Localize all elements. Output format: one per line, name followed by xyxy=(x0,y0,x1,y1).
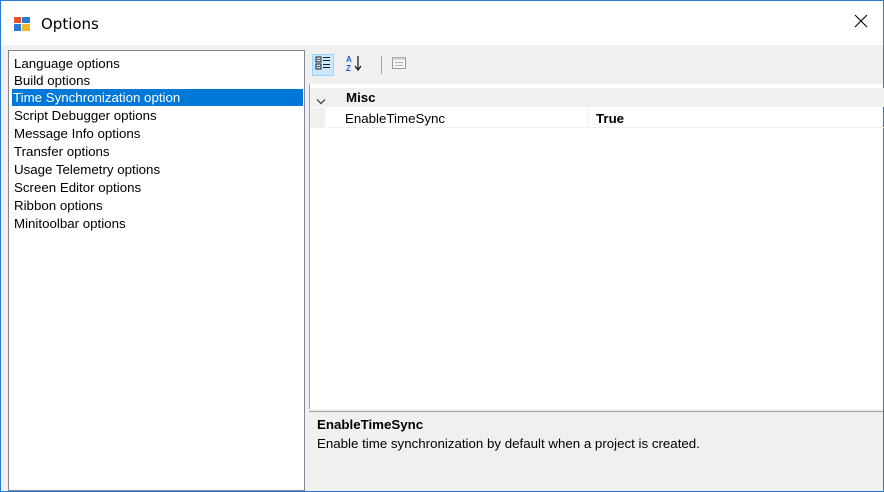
close-button[interactable] xyxy=(839,1,883,45)
property-pages-icon xyxy=(391,55,407,76)
window-title: Options xyxy=(41,15,99,33)
property-row-enabletimesync[interactable]: EnableTimeSync True xyxy=(310,108,884,128)
description-text: Enable time synchronization by default w… xyxy=(317,436,700,451)
svg-text:A: A xyxy=(346,55,352,64)
category-row-misc[interactable]: Misc xyxy=(310,88,884,107)
close-icon xyxy=(854,14,868,33)
list-item-screen-editor-options[interactable]: Screen Editor options xyxy=(13,179,143,196)
list-item-message-info-options[interactable]: Message Info options xyxy=(13,125,142,142)
categorized-view-button[interactable] xyxy=(312,54,334,76)
list-item-ribbon-options[interactable]: Ribbon options xyxy=(13,197,105,214)
list-item-transfer-options[interactable]: Transfer options xyxy=(13,143,112,160)
property-name: EnableTimeSync xyxy=(345,111,446,126)
list-item-usage-telemetry-options[interactable]: Usage Telemetry options xyxy=(13,161,162,178)
alphabetical-sort-icon: A Z xyxy=(345,54,363,77)
list-item-build-options[interactable]: Build options xyxy=(13,72,92,89)
options-category-list[interactable]: Language options Build options Time Sync… xyxy=(8,50,305,491)
svg-text:Z: Z xyxy=(346,64,351,72)
property-column-divider[interactable] xyxy=(588,108,589,128)
title-bar: Options xyxy=(1,1,883,45)
property-grid-area: Misc EnableTimeSync True xyxy=(309,84,884,409)
list-item-script-debugger-options[interactable]: Script Debugger options xyxy=(13,107,159,124)
list-item-time-synchronization-option[interactable]: Time Synchronization option xyxy=(12,89,303,106)
alphabetical-sort-button[interactable]: A Z xyxy=(343,54,365,76)
category-label: Misc xyxy=(346,90,376,105)
property-grid-toolbar: A Z xyxy=(309,50,883,83)
list-item-language-options[interactable]: Language options xyxy=(13,55,122,72)
options-app-icon xyxy=(13,16,31,32)
description-pane: EnableTimeSync Enable time synchronizati… xyxy=(309,411,883,491)
property-value[interactable]: True xyxy=(596,111,624,126)
toolbar-separator xyxy=(381,56,382,74)
property-grid: A Z Misc EnableTimeSync True xyxy=(309,50,884,409)
property-row-gutter xyxy=(310,108,325,128)
options-window: Options Language options Build options T… xyxy=(0,0,884,492)
description-title: EnableTimeSync xyxy=(317,417,424,432)
property-pages-button[interactable] xyxy=(388,54,410,76)
categorized-view-icon xyxy=(315,55,331,76)
list-item-minitoolbar-options[interactable]: Minitoolbar options xyxy=(13,215,128,232)
